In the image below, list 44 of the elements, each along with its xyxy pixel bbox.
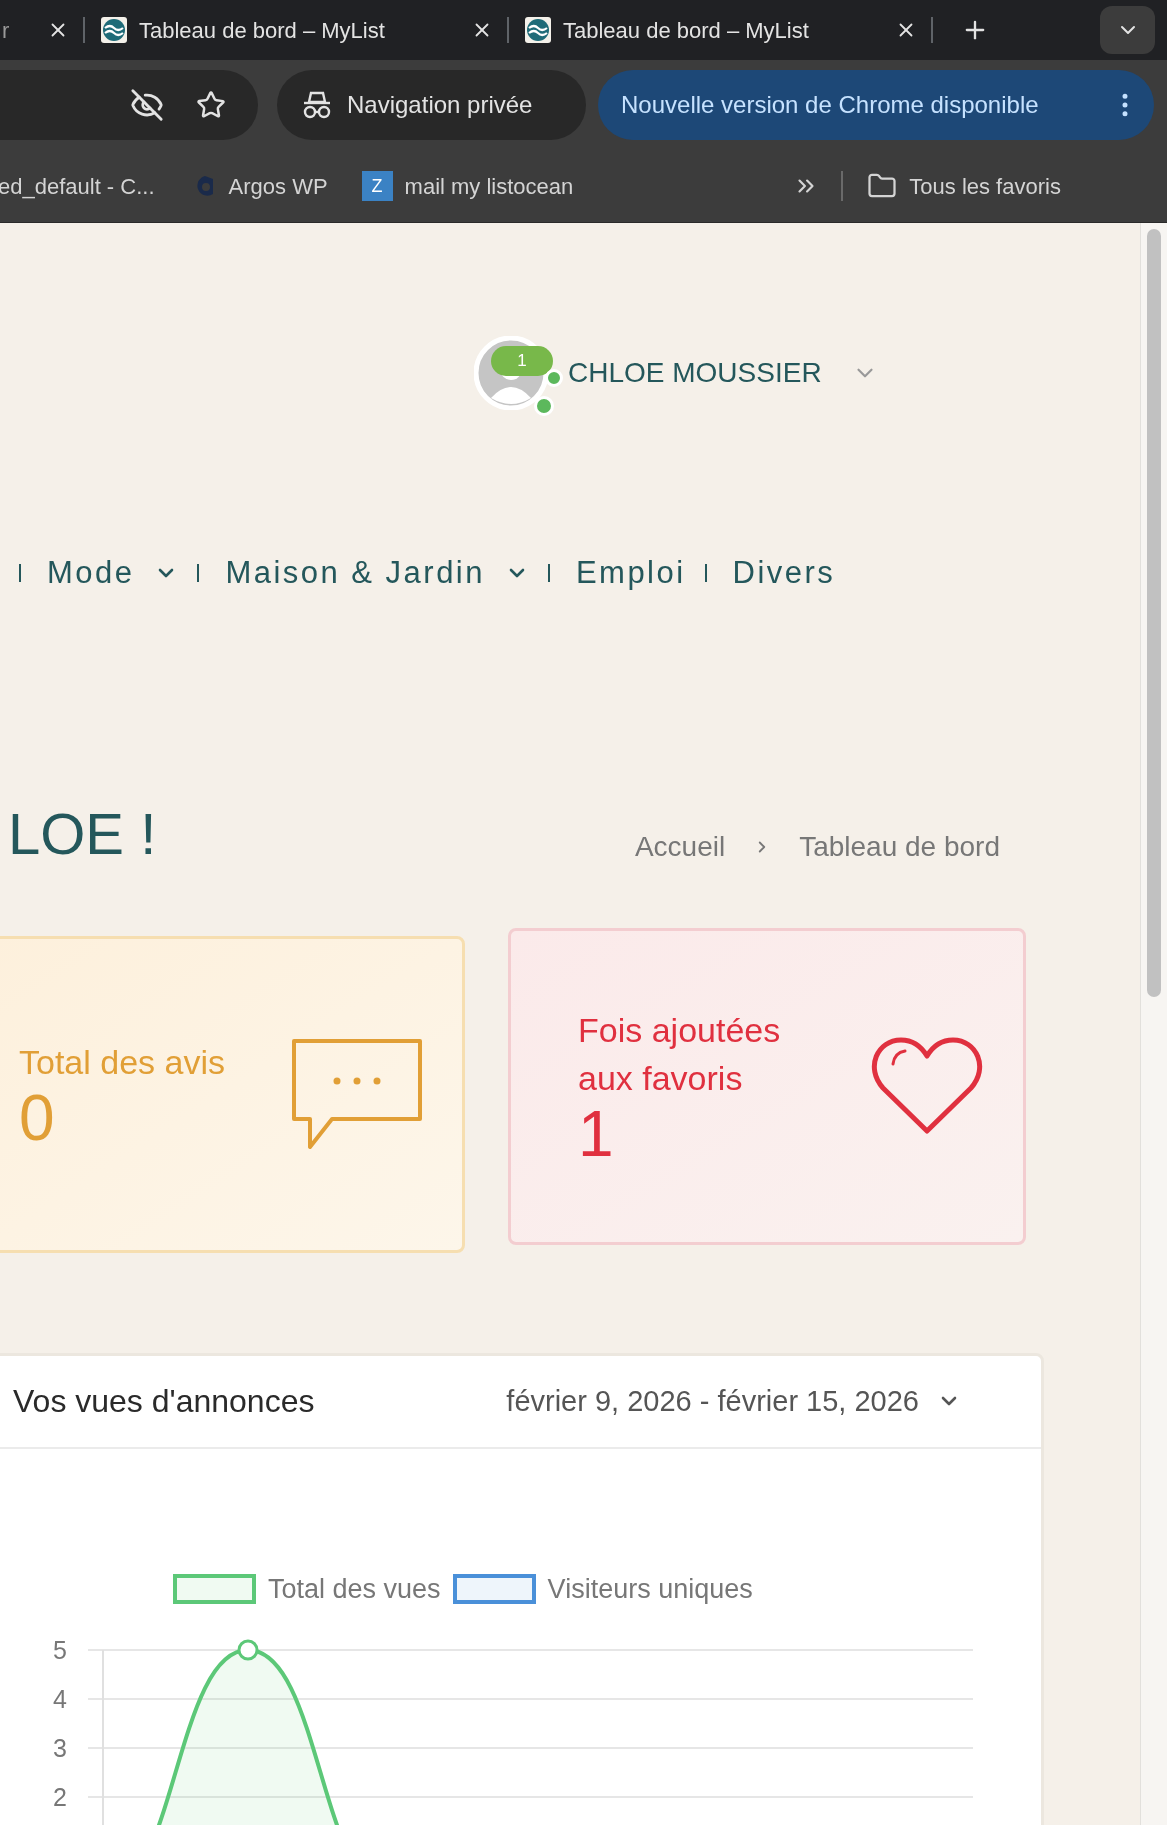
tab-title: r <box>2 16 11 45</box>
nav-item[interactable]: Divers <box>732 550 836 597</box>
nav-item[interactable]: Emploi <box>575 550 686 597</box>
stat-value: 0 <box>19 1086 56 1150</box>
heart-icon <box>871 1036 983 1136</box>
browser-tab[interactable]: Tableau de bord – MyList <box>515 13 925 47</box>
incognito-icon <box>301 90 333 120</box>
date-range-picker[interactable]: février 9, 2026 - février 15, 2026 <box>506 1379 961 1423</box>
tab-title: Tableau de bord – MyList <box>139 16 386 45</box>
nav-item[interactable]: Mode <box>47 550 179 597</box>
stat-label: Fois ajoutées aux favoris <box>578 1010 782 1099</box>
legend-label[interactable]: Visiteurs uniques <box>547 1569 753 1610</box>
y-tick-label: 2 <box>53 1782 67 1811</box>
breadcrumb-link[interactable]: Tableau de bord <box>799 825 1000 868</box>
update-button[interactable]: Nouvelle version de Chrome disponible <box>598 70 1154 140</box>
stat-value: 1 <box>578 1102 615 1166</box>
chat-bubble-icon <box>292 1039 422 1149</box>
y-tick-label: 5 <box>53 1635 67 1664</box>
tab-title: Tableau de bord – MyList <box>563 16 810 45</box>
card-title: Vos vues d'annonces <box>13 1382 315 1422</box>
y-tick-label: 4 <box>53 1684 67 1713</box>
legend-swatch[interactable] <box>452 1574 536 1605</box>
incognito-button[interactable]: Navigation privée <box>277 70 586 140</box>
all-bookmarks-button[interactable]: Tous les favoris <box>867 169 1061 203</box>
user-menu[interactable]: CHLOE MOUSSIER <box>568 352 878 394</box>
wave-logo-icon <box>525 17 551 43</box>
breadcrumb-link[interactable]: Accueil <box>634 825 726 868</box>
stat-label: Total des avis <box>19 1042 226 1083</box>
bookmark-favicon: Z <box>361 171 393 201</box>
scrollbar-thumb[interactable] <box>1147 229 1161 997</box>
eye-off-icon[interactable] <box>130 88 164 122</box>
address-bar[interactable] <box>0 70 258 140</box>
legend-swatch[interactable] <box>173 1574 256 1605</box>
star-icon[interactable] <box>196 90 226 120</box>
browser-tab[interactable]: Tableau de bord – MyList <box>91 13 501 47</box>
greeting-heading: LOE ! <box>8 801 157 866</box>
bookmark-item[interactable]: Argos WP <box>190 169 328 203</box>
wave-logo-icon <box>101 17 127 43</box>
legend-label[interactable]: Total des vues <box>268 1569 441 1610</box>
nav-item[interactable]: Maison & Jardin <box>225 550 529 597</box>
browser-tab[interactable]: r <box>0 13 77 47</box>
notification-badge: 1 <box>491 346 553 376</box>
y-tick-label: 3 <box>53 1733 67 1762</box>
bookmark-item[interactable]: Z mail my listocean <box>361 169 574 203</box>
